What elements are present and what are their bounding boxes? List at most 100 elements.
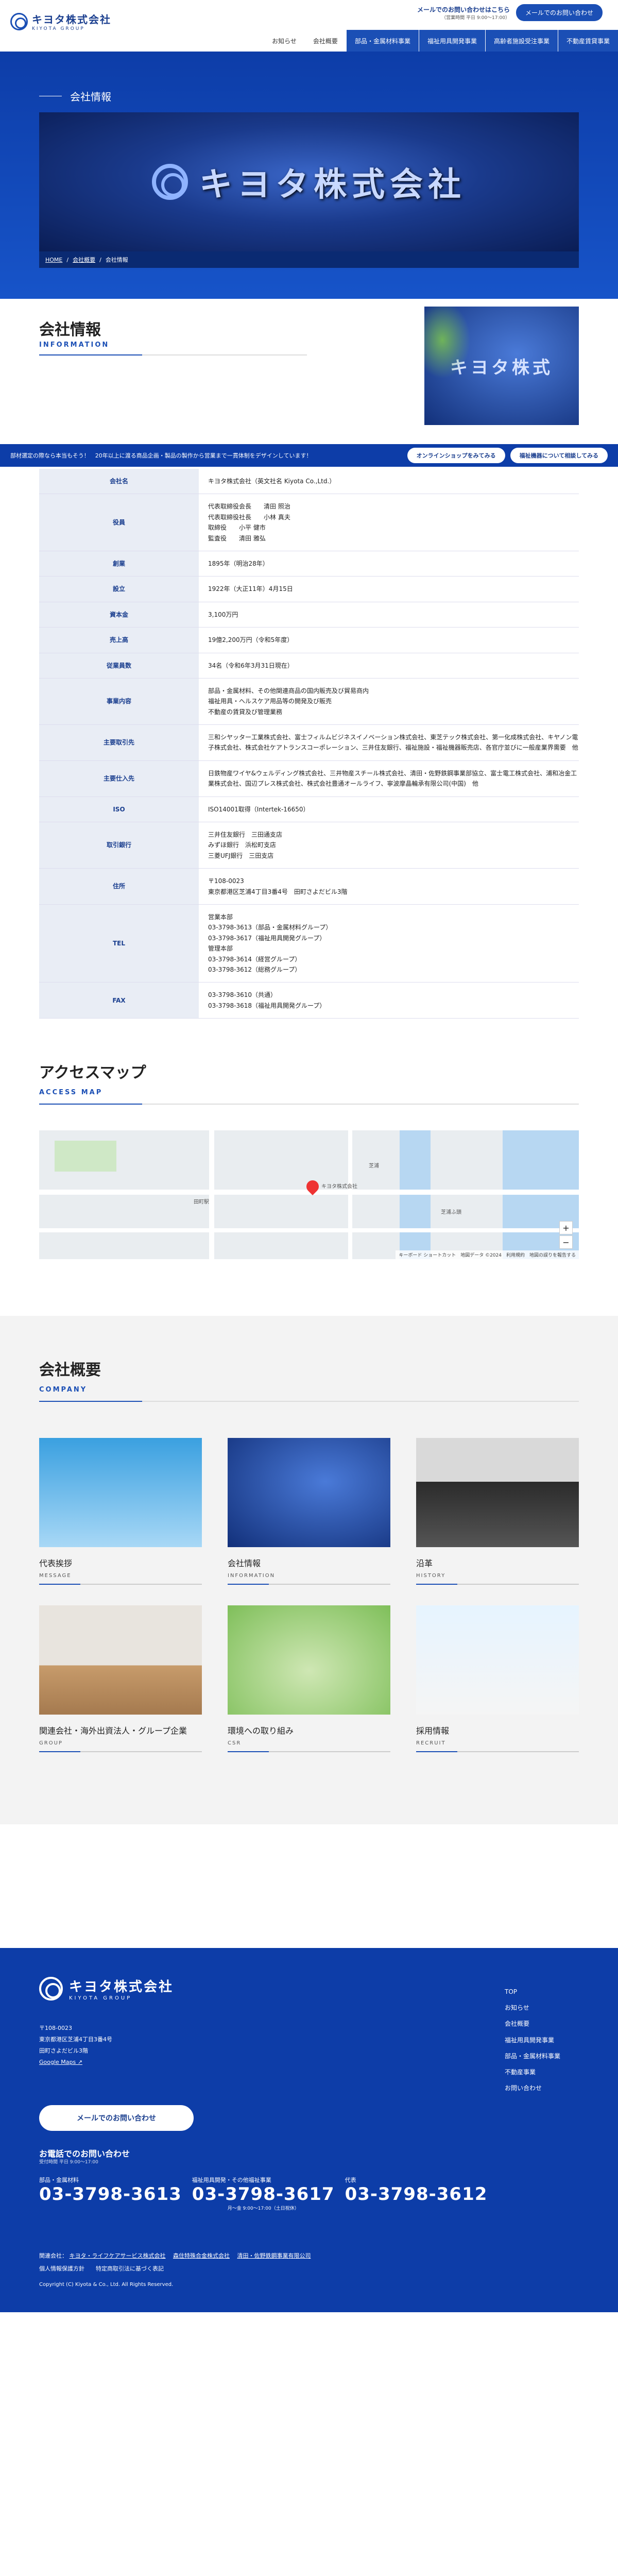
tel-list: 部品・金属材料 03-3798-3613 福祉用具開発・その他福祉事業 03-3… <box>39 2176 487 2211</box>
row-value: 03-3798-3610（共通） 03-3798-3618（福祉用具開発グループ） <box>199 982 579 1019</box>
breadcrumb-home[interactable]: HOME <box>45 257 62 263</box>
row-value-line: 03-3798-3612（総務グループ） <box>208 965 301 973</box>
tel-hours: 受付時間 平日 9:00〜17:00 <box>39 2160 98 2165</box>
row-label: 売上高 <box>39 627 199 653</box>
related-link[interactable]: 森住特殊合金株式会社 <box>173 2252 230 2259</box>
row-value-line: 福祉用具・ヘルスケア用品等の開発及び販売 <box>208 698 332 705</box>
google-maps-link[interactable]: Google Maps ↗ <box>39 2059 82 2065</box>
row-value-line: 34名（令和6年3月31日現在） <box>208 662 294 669</box>
nav-item-realestate[interactable]: 不動産賃貸事業 <box>557 30 618 52</box>
card-subtitle: HISTORY <box>416 1573 446 1579</box>
footer-link-contact[interactable]: お問い合わせ <box>505 2080 587 2096</box>
table-row: ISO ISO14001取得（Intertek-16650） <box>39 796 579 823</box>
map-park <box>55 1141 116 1172</box>
card-image <box>228 1438 390 1548</box>
nav-item-parts[interactable]: 部品・金属材料事業 <box>346 30 419 52</box>
nav-item-company[interactable]: 会社概要 <box>305 30 346 52</box>
welfare-consult-button[interactable]: 福祉機器について相談してみる <box>510 448 608 463</box>
access-underline <box>39 1104 579 1105</box>
company-info-table: 会社名 キヨタ株式会社（英文社名 Kiyota Co.,Ltd.） 役員 代表取締役会… <box>39 469 579 1019</box>
row-value-line: 1895年（明治28年） <box>208 560 269 567</box>
zoom-out-icon[interactable]: − <box>559 1235 573 1249</box>
logo-subtitle: KIYOTA GROUP <box>32 26 85 31</box>
site-logo[interactable]: キヨタ株式会社 KIYOTA GROUP <box>10 11 111 31</box>
footer-link-company[interactable]: 会社概要 <box>505 2016 587 2032</box>
access-title: アクセスマップ <box>39 1064 146 1082</box>
access-map[interactable]: 田町駅 芝浦 キヨタ株式会社 芝浦ふ頭 + − キーボード ショートカット 地図… <box>39 1130 579 1260</box>
row-value-line: 〒108-0023 <box>208 877 244 885</box>
footer-link-welfare[interactable]: 福祉用具開発事業 <box>505 2032 587 2048</box>
card-group[interactable]: 関連会社・海外出資法人・グループ企業 GROUP <box>39 1605 202 1753</box>
nav-item-welfare[interactable]: 福祉用具開発事業 <box>418 30 485 52</box>
copyright: Copyright (C) Kiyota & Co., Ltd. All Rig… <box>39 2282 174 2288</box>
card-recruit[interactable]: 採用情報 RECRUIT <box>416 1605 579 1753</box>
leaf-decoration <box>424 307 471 379</box>
policy-links[interactable]: 個人情報保護方針 特定商取引法に基づく表記 <box>39 2262 311 2275</box>
row-value: ISO14001取得（Intertek-16650） <box>199 796 579 823</box>
table-row: 役員 代表取締役会長 清田 照治 代表取締役社長 小林 真夫 取締役 小平 健市 監査役… <box>39 494 579 551</box>
banner-text: 部材選定の際なら本当もそう！ 20年以上に渡る商品企画・製品の製作から営業まで一… <box>10 452 312 459</box>
hero-label: 会社情報 <box>39 89 111 104</box>
map-canal <box>400 1130 431 1260</box>
row-label: 事業内容 <box>39 678 199 725</box>
card-subtitle: GROUP <box>39 1740 63 1747</box>
map-road <box>348 1130 352 1260</box>
breadcrumb-company[interactable]: 会社概要 <box>73 256 95 264</box>
row-value-line: 日鉄物産ワイヤ&ウェルディング株式会社、三井物産スチール株式会社、清田・佐野鉄鋼… <box>208 769 577 788</box>
row-value-line: 東京都港区芝浦4丁目3番4号 田町さよだビル3階 <box>208 888 348 895</box>
related-companies: 関連会社： キヨタ・ライフケアサービス株式会社 森住特殊合金株式会社 清田・佐野… <box>39 2249 311 2276</box>
related-link[interactable]: 清田・佐野鉄鋼事業有限公司 <box>237 2252 311 2259</box>
info-heading-section: 会社情報 INFORMATION キヨタ株式 <box>0 299 618 469</box>
breadcrumb-current: 会社情報 <box>105 257 128 263</box>
table-row: 主要仕入先 日鉄物産ワイヤ&ウェルディング株式会社、三井物産スチール株式会社、清田… <box>39 760 579 797</box>
breadcrumb: HOME / 会社概要 / 会社情報 <box>39 251 579 268</box>
row-value-line: 取締役 小平 健市 <box>208 524 266 532</box>
row-label: 資本金 <box>39 602 199 628</box>
info-image: キヨタ株式 <box>424 307 579 425</box>
footer-link-realestate[interactable]: 不動産事業 <box>505 2064 587 2080</box>
card-csr[interactable]: 環境への取り組み CSR <box>228 1605 390 1753</box>
footer-logo-subtitle: KIYOTA GROUP <box>69 1995 132 2002</box>
page-subtitle: INFORMATION <box>39 341 110 349</box>
card-history[interactable]: 沿革 HISTORY <box>416 1438 579 1585</box>
card-information[interactable]: 会社情報 INFORMATION <box>228 1438 390 1585</box>
row-value-line: 03-3798-3613（部品・金属材料グループ） <box>208 924 332 931</box>
page-title: 会社情報 <box>39 321 101 339</box>
footer-logo[interactable]: キヨタ株式会社 KIYOTA GROUP <box>39 1976 174 2001</box>
table-row: 取引銀行 三井住友銀行 三田通支店 みずほ銀行 浜松町支店 三菱UFJ銀行 三田支店 <box>39 822 579 869</box>
site-header: キヨタ株式会社 KIYOTA GROUP メールでのお問い合わせはこちら （営業… <box>0 0 618 52</box>
row-value: 営業本部 03-3798-3613（部品・金属材料グループ） 03-3798-361… <box>199 904 579 983</box>
row-value: 1895年（明治28年） <box>199 551 579 577</box>
table-row: FAX 03-3798-3610（共通） 03-3798-3618（福祉用具開発グル… <box>39 982 579 1019</box>
footer-link-parts[interactable]: 部品・金属材料事業 <box>505 2048 587 2064</box>
header-mail-button[interactable]: メールでのお問い合わせ <box>516 4 603 21</box>
table-row: 資本金 3,100万円 <box>39 602 579 628</box>
row-label: TEL <box>39 904 199 983</box>
card-message[interactable]: 代表挨拶 MESSAGE <box>39 1438 202 1585</box>
card-title: 沿革 <box>416 1558 433 1569</box>
footer-mail-button[interactable]: メールでのお問い合わせ <box>39 2105 194 2131</box>
tel-parts[interactable]: 部品・金属材料 03-3798-3613 <box>39 2176 182 2211</box>
row-value: 1922年（大正11年）4月15日 <box>199 576 579 602</box>
tel-welfare[interactable]: 福祉用具開発・その他福祉事業 03-3798-3617 月〜金 9:00〜17:… <box>192 2176 335 2211</box>
related-link[interactable]: キヨタ・ライフケアサービス株式会社 <box>70 2252 166 2259</box>
row-value-line: 三和シヤッター工業株式会社、富士フィルムビジネスイノベーション株式会社、東芝テッ… <box>208 734 578 752</box>
footer-link-top[interactable]: TOP <box>505 1984 587 2000</box>
row-value-line: 三菱UFJ銀行 三田支店 <box>208 852 274 859</box>
sticky-banner: 部材選定の際なら本当もそう！ 20年以上に渡る商品企画・製品の製作から営業まで一… <box>0 444 618 467</box>
contact-text: メールでのお問い合わせはこちら <box>417 6 510 13</box>
online-shop-button[interactable]: オンラインショップをみてみる <box>407 448 505 463</box>
nav-item-facility[interactable]: 高齢者施設受注事業 <box>485 30 558 52</box>
nav-item-news[interactable]: お知らせ <box>264 30 305 52</box>
table-row: 従業員数 34名（令和6年3月31日現在） <box>39 653 579 679</box>
row-label: 役員 <box>39 494 199 551</box>
row-value-line: キヨタ株式会社（英文社名 Kiyota Co.,Ltd.） <box>208 478 336 485</box>
card-title: 関連会社・海外出資法人・グループ企業 <box>39 1726 187 1736</box>
row-label: 主要取引先 <box>39 724 199 761</box>
footer-link-news[interactable]: お知らせ <box>505 2000 587 2016</box>
row-value-line: 03-3798-3618（福祉用具開発グループ） <box>208 1002 326 1009</box>
zoom-in-icon[interactable]: + <box>559 1221 573 1235</box>
tel-main[interactable]: 代表 03-3798-3612 <box>345 2176 488 2211</box>
table-row: 創業 1895年（明治28年） <box>39 551 579 577</box>
hero-image-text: キヨタ株式会社 <box>199 166 466 204</box>
